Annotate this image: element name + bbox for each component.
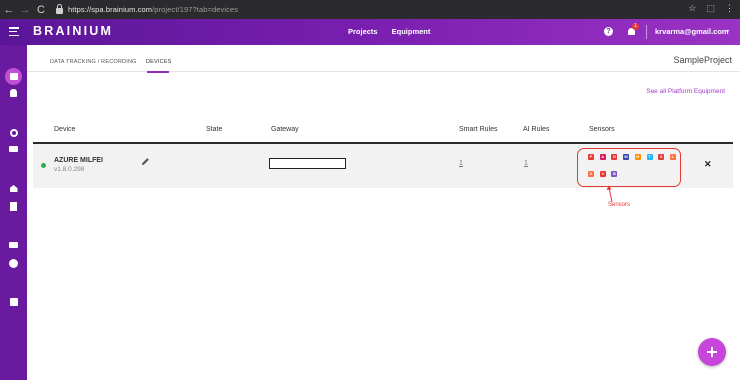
active-tab-indicator <box>147 71 169 73</box>
column-header-device: Device <box>54 126 76 133</box>
delete-device-icon[interactable]: ✕ <box>704 159 712 170</box>
project-tabs: DATA TRACKING / RECORDING DEVICES Sample… <box>27 45 740 73</box>
user-circle-icon <box>9 259 18 268</box>
device-version: v1.8.0.298 <box>54 166 85 173</box>
app-header: BRAINIUM Projects Equipment ? 1 krvarma@… <box>0 19 740 45</box>
sidebar-item-devices[interactable] <box>0 146 27 152</box>
add-device-button[interactable] <box>698 338 726 366</box>
calendar-icon <box>9 298 18 306</box>
proximity-sensor-icon[interactable]: X <box>588 171 594 177</box>
address-bar[interactable]: https://spa.brainium.com/project/197?tab… <box>56 2 556 17</box>
browser-menu-icon[interactable]: ⋮ <box>725 3 734 14</box>
nav-projects-link[interactable]: Projects <box>348 27 378 36</box>
user-email[interactable]: krvarma@gmail.com <box>655 27 729 36</box>
light-sensor-icon[interactable]: L <box>669 154 676 160</box>
home-icon <box>9 185 18 192</box>
browser-actions: ☆ ⬚ ⋮ <box>688 3 734 14</box>
sidebar-item-home[interactable] <box>0 185 27 192</box>
top-nav: Projects Equipment <box>348 27 430 36</box>
smart-rules-count-link[interactable]: 1 <box>459 160 463 167</box>
sidebar <box>0 45 27 380</box>
briefcase-icon <box>9 73 18 80</box>
edit-pencil-icon[interactable] <box>141 157 150 166</box>
bookmark-star-icon[interactable]: ☆ <box>688 3 696 14</box>
forward-icon[interactable]: → <box>18 4 32 16</box>
project-title: SampleProject <box>673 55 732 65</box>
document-icon <box>10 202 17 211</box>
column-header-smart-rules: Smart Rules <box>459 126 498 133</box>
column-header-sensors: Sensors <box>589 126 615 133</box>
main-content: DATA TRACKING / RECORDING DEVICES Sample… <box>27 45 740 380</box>
reload-icon[interactable]: C <box>34 4 48 16</box>
bell-icon <box>10 89 17 97</box>
column-header-gateway: Gateway <box>271 126 299 133</box>
motion-sensor-icon[interactable]: V <box>599 171 606 177</box>
battery-sensor-icon[interactable]: B <box>611 171 618 177</box>
user-menu-caret-icon[interactable]: ▾ <box>726 28 729 35</box>
device-icon <box>9 146 18 152</box>
sidebar-item-calendar[interactable] <box>0 298 27 306</box>
sidebar-item-alerts[interactable] <box>0 89 27 97</box>
device-name[interactable]: AZURE MILFEI <box>54 157 103 164</box>
sidebar-item-account[interactable] <box>0 259 27 268</box>
sidebar-item-documents[interactable] <box>0 202 27 211</box>
hamburger-menu-icon[interactable] <box>9 27 19 37</box>
notification-count-badge: 1 <box>632 23 639 30</box>
sound-sensor-icon[interactable]: S <box>658 154 665 160</box>
gyroscope-sensor-icon[interactable]: G <box>611 154 618 160</box>
sensors-annotation-label: Sensors <box>608 202 631 208</box>
magnetometer-sensor-icon[interactable]: M <box>623 154 630 160</box>
online-status-dot <box>41 163 46 168</box>
back-icon[interactable]: ← <box>2 4 16 16</box>
see-all-equipment-link[interactable]: See all Platform Equipment <box>646 88 725 95</box>
url-text: https://spa.brainium.com/project/197?tab… <box>68 5 239 14</box>
sidebar-item-projects[interactable] <box>5 68 22 85</box>
temperature-sensor-icon[interactable]: T <box>646 154 653 160</box>
help-icon[interactable]: ? <box>604 27 613 36</box>
nav-equipment-link[interactable]: Equipment <box>392 27 431 36</box>
extension-icon[interactable]: ⬚ <box>706 3 715 14</box>
pressure-sensor-icon[interactable]: P <box>588 154 594 160</box>
column-header-state: State <box>206 126 223 133</box>
header-divider <box>646 25 647 39</box>
network-icon <box>9 129 18 137</box>
accelerometer-sensor-icon[interactable]: A <box>599 154 606 160</box>
mail-icon <box>9 242 18 248</box>
lock-icon <box>56 4 63 14</box>
gateway-select[interactable] <box>269 158 346 169</box>
sidebar-item-network[interactable] <box>0 129 27 137</box>
annotation-arrow <box>606 185 613 203</box>
column-header-ai-rules: AI Rules <box>523 126 550 133</box>
browser-toolbar: ← → C https://spa.brainium.com/project/1… <box>0 0 740 19</box>
brand-logo[interactable]: BRAINIUM <box>33 24 113 38</box>
tab-devices[interactable]: DEVICES <box>146 59 172 65</box>
tab-data-tracking[interactable]: DATA TRACKING / RECORDING <box>50 59 137 65</box>
ai-rules-count-link[interactable]: 1 <box>524 160 528 167</box>
sidebar-item-messages[interactable] <box>0 242 27 248</box>
humidity-sensor-icon[interactable]: H <box>634 154 641 160</box>
